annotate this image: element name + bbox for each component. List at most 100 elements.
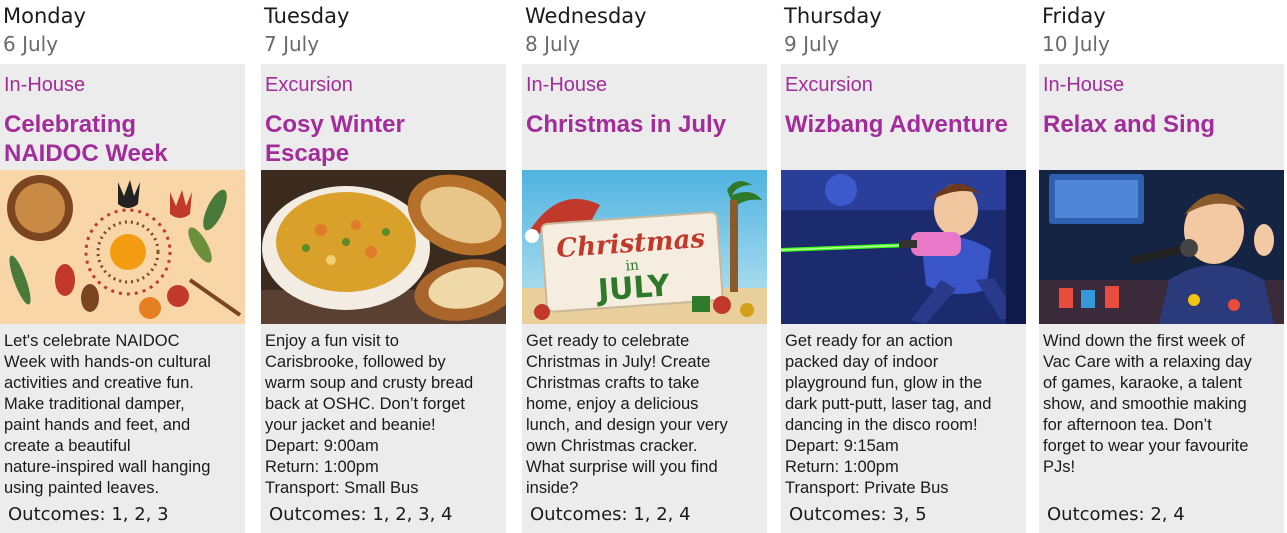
day-date: 7 July: [264, 32, 320, 56]
activity-title: Cosy Winter Escape: [265, 110, 505, 168]
description-line: home, enjoy a delicious: [526, 395, 699, 413]
description-line: nature-inspired wall hanging: [4, 458, 211, 476]
description-line: paint hands and feet, and: [4, 416, 191, 434]
day-column-wednesday: Wednesday 8 July In-House Christmas in J…: [522, 0, 767, 533]
description-line: forget to wear your favourite: [1043, 437, 1249, 455]
activity-description: Wind down the first week of Vac Care wit…: [1043, 331, 1283, 478]
activity-outcomes: Outcomes: 2, 4: [1047, 504, 1185, 525]
day-name: Friday: [1042, 4, 1106, 28]
activity-card: Excursion Cosy Winter Escape Enjoy a fun…: [261, 64, 506, 533]
description-line: using painted leaves.: [4, 479, 160, 497]
description-line: Christmas in July! Create: [526, 353, 711, 371]
description-line: Transport: Small Bus: [265, 479, 419, 497]
outcomes-label: Outcomes:: [8, 504, 106, 525]
day-column-monday: Monday 6 July In-House Celebrating NAIDO…: [0, 0, 245, 533]
activity-title: Christmas in July: [526, 110, 766, 139]
description-line: activities and creative fun.: [4, 374, 194, 392]
activity-title: Celebrating NAIDOC Week: [4, 110, 244, 168]
day-date: 6 July: [3, 32, 59, 56]
activity-title-line: Escape: [265, 140, 350, 167]
day-column-tuesday: Tuesday 7 July Excursion Cosy Winter Esc…: [261, 0, 506, 533]
outcomes-values: 3, 5: [892, 504, 927, 525]
activity-card: In-House Christmas in July Christmas in …: [522, 64, 767, 533]
day-column-thursday: Thursday 9 July Excursion Wizbang Advent…: [781, 0, 1026, 533]
activity-title-line: Cosy Winter: [265, 111, 405, 138]
activity-outcomes: Outcomes: 1, 2, 3, 4: [269, 504, 452, 525]
activity-category: In-House: [4, 74, 86, 96]
description-line: create a beautiful: [4, 437, 131, 455]
description-line: lunch, and design your very: [526, 416, 728, 434]
activity-title-line: Christmas in July: [526, 111, 727, 138]
description-line: back at OSHC. Don’t forget: [265, 395, 465, 413]
description-line: Return: 1:00pm: [785, 458, 899, 476]
activity-description: Get ready to celebrate Christmas in July…: [526, 331, 766, 499]
activity-outcomes: Outcomes: 1, 2, 4: [530, 504, 691, 525]
description-line: What surprise will you find: [526, 458, 718, 476]
day-column-friday: Friday 10 July In-House Relax and Sing W…: [1039, 0, 1284, 533]
outcomes-values: 1, 2, 3, 4: [372, 504, 453, 525]
description-line: inside?: [526, 479, 579, 497]
outcomes-values: 1, 2, 4: [633, 504, 691, 525]
day-name: Thursday: [784, 4, 882, 28]
image-text-july: JULY: [595, 268, 672, 308]
weekly-program: Monday 6 July In-House Celebrating NAIDO…: [0, 0, 1287, 533]
description-line: dark putt-putt, laser tag, and: [785, 395, 992, 413]
activity-description: Get ready for an action packed day of in…: [785, 331, 1025, 499]
activity-title: Wizbang Adventure: [785, 110, 1025, 139]
description-line: PJs!: [1043, 458, 1076, 476]
description-line: warm soup and crusty bread: [265, 374, 474, 392]
description-line: dancing in the disco room!: [785, 416, 978, 434]
description-line: Depart: 9:15am: [785, 437, 899, 455]
activity-category: Excursion: [265, 74, 353, 96]
activity-title-line: Wizbang Adventure: [785, 111, 1008, 138]
activity-description: Let's celebrate NAIDOC Week with hands-o…: [4, 331, 244, 499]
karaoke-image: [1039, 170, 1284, 324]
description-line: playground fun, glow in the: [785, 374, 983, 392]
activity-outcomes: Outcomes: 1, 2, 3: [8, 504, 169, 525]
description-line: Make traditional damper,: [4, 395, 185, 413]
description-line: Wind down the first week of: [1043, 332, 1245, 350]
outcomes-label: Outcomes:: [789, 504, 887, 525]
day-date: 10 July: [1042, 32, 1110, 56]
description-line: Get ready to celebrate: [526, 332, 690, 350]
activity-category: In-House: [526, 74, 608, 96]
christmas-in-july-image: Christmas in JULY: [522, 170, 767, 324]
description-line: packed day of indoor: [785, 353, 939, 371]
activity-description: Enjoy a fun visit to Carisbrooke, follow…: [265, 331, 505, 499]
day-name: Monday: [3, 4, 86, 28]
activity-title-line: Relax and Sing: [1043, 111, 1216, 138]
activity-title-line: NAIDOC Week: [4, 140, 168, 167]
day-date: 9 July: [784, 32, 840, 56]
activity-card: Excursion Wizbang Adventure Get ready fo…: [781, 64, 1026, 533]
day-date: 8 July: [525, 32, 581, 56]
day-name: Tuesday: [264, 4, 350, 28]
day-name: Wednesday: [525, 4, 647, 28]
activity-title: Relax and Sing: [1043, 110, 1283, 139]
description-line: Vac Care with a relaxing day: [1043, 353, 1252, 371]
description-line: Week with hands-on cultural: [4, 353, 211, 371]
outcomes-label: Outcomes:: [530, 504, 628, 525]
outcomes-label: Outcomes:: [269, 504, 367, 525]
description-line: Enjoy a fun visit to: [265, 332, 399, 350]
activity-title-line: Celebrating: [4, 111, 137, 138]
description-line: Transport: Private Bus: [785, 479, 949, 497]
description-line: Get ready for an action: [785, 332, 953, 350]
activity-category: Excursion: [785, 74, 873, 96]
description-line: Depart: 9:00am: [265, 437, 379, 455]
outcomes-label: Outcomes:: [1047, 504, 1145, 525]
laser-tag-image: [781, 170, 1026, 324]
description-line: show, and smoothie making: [1043, 395, 1247, 413]
naidoc-art-image: [0, 170, 245, 324]
description-line: Return: 1:00pm: [265, 458, 379, 476]
activity-card: In-House Celebrating NAIDOC Week Let's c…: [0, 64, 245, 533]
description-line: Let's celebrate NAIDOC: [4, 332, 180, 350]
activity-outcomes: Outcomes: 3, 5: [789, 504, 927, 525]
outcomes-values: 1, 2, 3: [111, 504, 169, 525]
activity-card: In-House Relax and Sing Wind down the fi…: [1039, 64, 1284, 533]
description-line: Carisbrooke, followed by: [265, 353, 446, 371]
activity-category: In-House: [1043, 74, 1125, 96]
soup-and-bread-image: [261, 170, 506, 324]
description-line: Christmas crafts to take: [526, 374, 700, 392]
description-line: your jacket and beanie!: [265, 416, 436, 434]
outcomes-values: 2, 4: [1150, 504, 1185, 525]
